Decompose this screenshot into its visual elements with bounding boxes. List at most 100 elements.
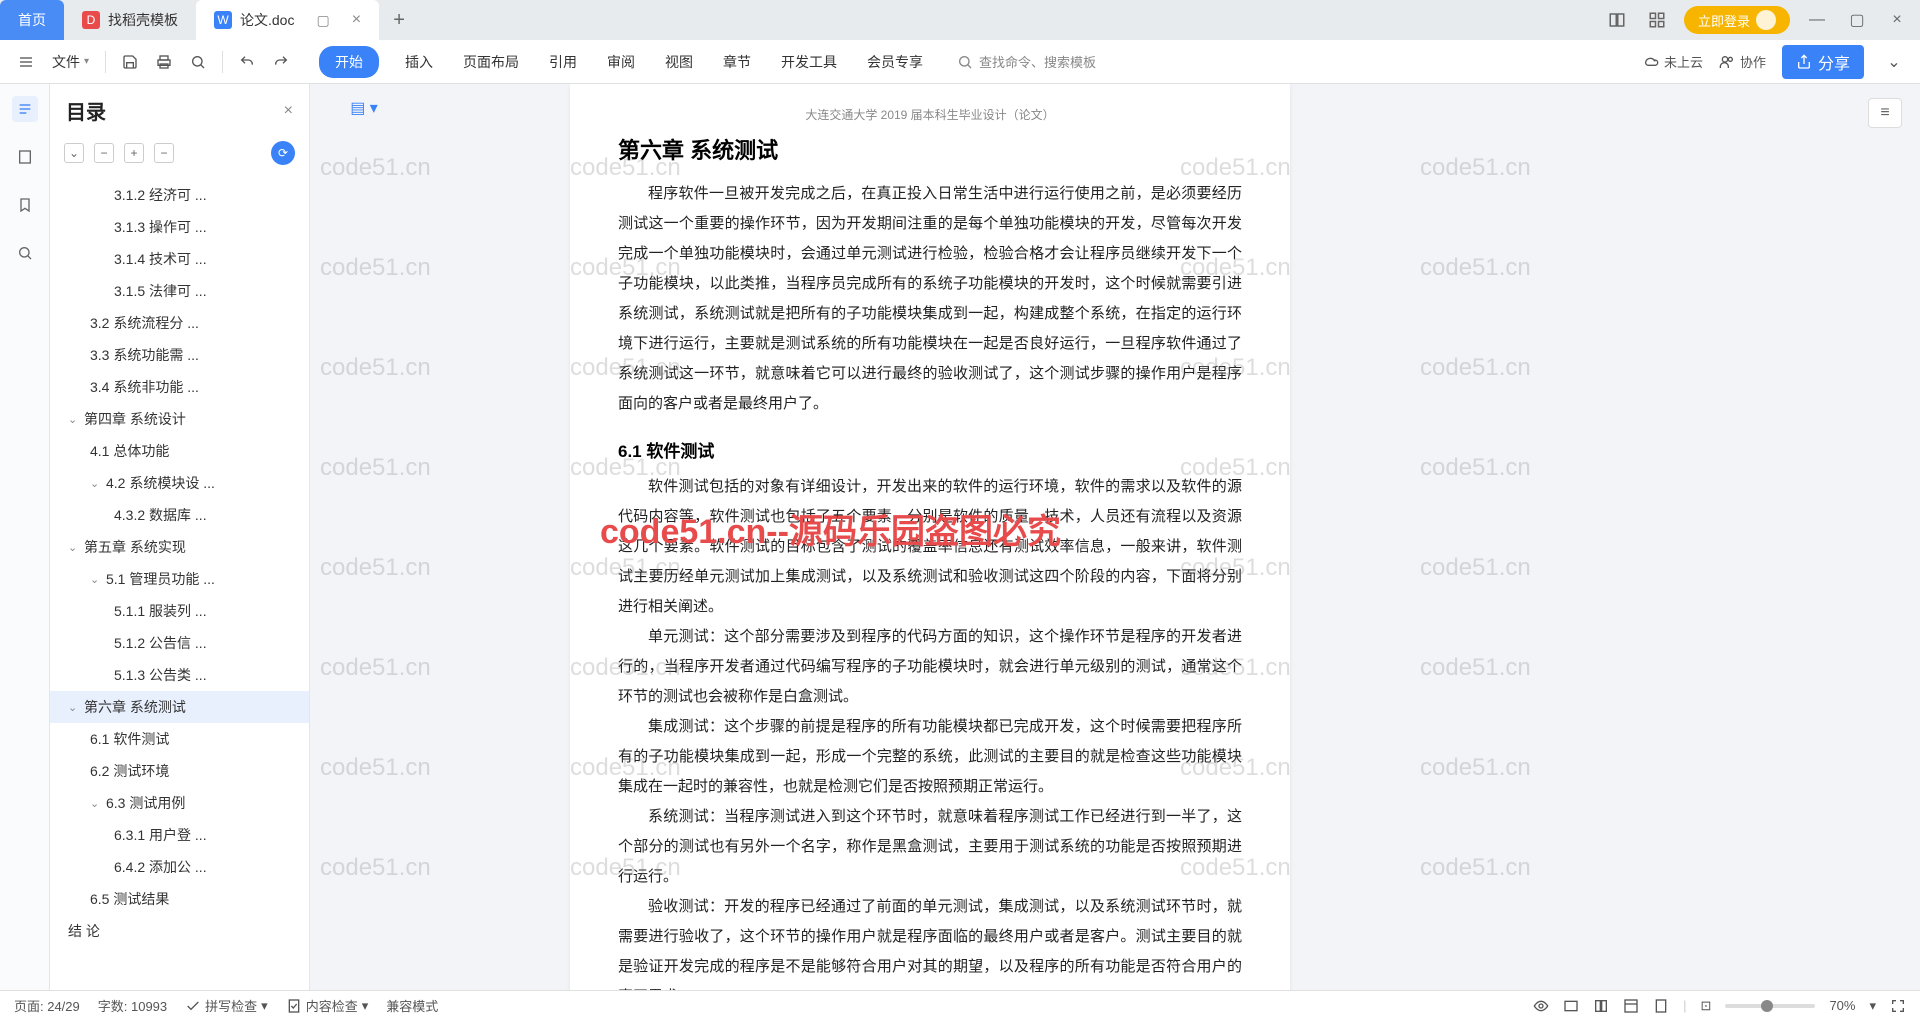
zoom-thumb[interactable] xyxy=(1761,1000,1773,1012)
apps-icon[interactable] xyxy=(1644,7,1670,33)
duplicate-tab-icon[interactable]: ▢ xyxy=(316,12,329,29)
fullscreen-icon[interactable] xyxy=(1890,998,1906,1014)
right-panel-toggle[interactable]: ≡ xyxy=(1868,98,1902,128)
expand-ribbon-icon[interactable]: ⌄ xyxy=(1880,48,1908,76)
menu-review[interactable]: 审阅 xyxy=(603,46,639,78)
zoom-slider[interactable] xyxy=(1725,1004,1815,1008)
outline-item[interactable]: 4.3.2 数据库 ... xyxy=(50,499,309,531)
collapse-one-icon[interactable]: − xyxy=(154,143,174,163)
menu-view[interactable]: 视图 xyxy=(661,46,697,78)
cloud-status[interactable]: 未上云 xyxy=(1643,52,1703,71)
menu-insert[interactable]: 插入 xyxy=(401,46,437,78)
close-window-button[interactable]: × xyxy=(1884,7,1910,33)
outline-item-label: 6.5 测试结果 xyxy=(90,889,169,909)
outline-item-label: 5.1.2 公告信 ... xyxy=(114,633,207,653)
content-check[interactable]: 内容检查 ▾ xyxy=(286,996,369,1015)
fit-width-icon[interactable]: ⊡ xyxy=(1701,998,1712,1014)
view-mode-4-icon[interactable] xyxy=(1653,998,1669,1014)
undo-icon[interactable] xyxy=(233,48,261,76)
zoom-value[interactable]: 70% xyxy=(1829,998,1855,1013)
menu-vip[interactable]: 会员专享 xyxy=(863,46,927,78)
menu-references[interactable]: 引用 xyxy=(545,46,581,78)
outline-item-label: 4.3.2 数据库 ... xyxy=(114,505,207,525)
login-button[interactable]: 立即登录 xyxy=(1684,6,1790,34)
outline-item[interactable]: ⌄6.3 测试用例 xyxy=(50,787,309,819)
word-count[interactable]: 字数: 10993 xyxy=(98,996,167,1015)
eye-icon[interactable] xyxy=(1533,998,1549,1014)
search-rail-icon[interactable] xyxy=(12,240,38,266)
cloud-label: 未上云 xyxy=(1664,52,1703,71)
outline-item[interactable]: 6.5 测试结果 xyxy=(50,883,309,915)
menu-start[interactable]: 开始 xyxy=(319,46,379,78)
chevron-down-icon: ⌄ xyxy=(68,701,80,714)
outline-item-label: 4.1 总体功能 xyxy=(90,441,169,461)
main-area: 目录 × ⌄ − + − ⟳ 3.1.2 经济可 ...3.1.3 操作可 ..… xyxy=(0,84,1920,990)
outline-item[interactable]: 3.1.3 操作可 ... xyxy=(50,211,309,243)
outline-item[interactable]: ⌄第四章 系统设计 xyxy=(50,403,309,435)
spell-check[interactable]: 拼写检查 ▾ xyxy=(185,996,268,1015)
menu-layout[interactable]: 页面布局 xyxy=(459,46,523,78)
view-mode-3-icon[interactable] xyxy=(1623,998,1639,1014)
layout-icon[interactable] xyxy=(1604,7,1630,33)
save-icon[interactable] xyxy=(116,48,144,76)
outline-item[interactable]: 4.1 总体功能 xyxy=(50,435,309,467)
expand-one-icon[interactable]: − xyxy=(94,143,114,163)
search-icon xyxy=(957,54,973,70)
outline-item[interactable]: 5.1.1 服装列 ... xyxy=(50,595,309,627)
outline-item[interactable]: 5.1.2 公告信 ... xyxy=(50,627,309,659)
outline-item[interactable]: 3.2 系统流程分 ... xyxy=(50,307,309,339)
zoom-dropdown-icon[interactable]: ▾ xyxy=(1869,998,1876,1014)
watermark-faint: code51.cn xyxy=(320,154,431,182)
outline-item[interactable]: ⌄第五章 系统实现 xyxy=(50,531,309,563)
preview-icon[interactable] xyxy=(184,48,212,76)
close-tab-icon[interactable]: × xyxy=(352,11,361,29)
outline-item[interactable]: 6.2 测试环境 xyxy=(50,755,309,787)
share-button[interactable]: 分享 xyxy=(1782,45,1864,79)
menu-devtools[interactable]: 开发工具 xyxy=(777,46,841,78)
watermark-faint: code51.cn xyxy=(1420,554,1531,582)
outline-close-icon[interactable]: × xyxy=(284,102,293,120)
watermark-faint: code51.cn xyxy=(1420,154,1531,182)
outline-item[interactable]: ⌄4.2 系统模块设 ... xyxy=(50,467,309,499)
view-mode-1-icon[interactable] xyxy=(1563,998,1579,1014)
collaborate-button[interactable]: 协作 xyxy=(1719,52,1766,71)
menu-icon[interactable] xyxy=(12,48,40,76)
outline-item[interactable]: 3.3 系统功能需 ... xyxy=(50,339,309,371)
outline-item[interactable]: 结 论 xyxy=(50,915,309,947)
page-indicator[interactable]: 页面: 24/29 xyxy=(14,996,80,1015)
document-canvas[interactable]: ▤ ▾ 大连交通大学 2019 届本科生毕业设计（论文） 第六章 系统测试 程序… xyxy=(310,84,1920,990)
status-bar: 页面: 24/29 字数: 10993 拼写检查 ▾ 内容检查 ▾ 兼容模式 |… xyxy=(0,990,1920,1020)
outline-item[interactable]: ⌄第六章 系统测试 xyxy=(50,691,309,723)
redo-icon[interactable] xyxy=(267,48,295,76)
outline-item[interactable]: 6.1 软件测试 xyxy=(50,723,309,755)
tab-home[interactable]: 首页 xyxy=(0,0,64,40)
menu-chapter[interactable]: 章节 xyxy=(719,46,755,78)
outline-item[interactable]: 3.1.4 技术可 ... xyxy=(50,243,309,275)
view-mode-2-icon[interactable] xyxy=(1593,998,1609,1014)
outline-item[interactable]: 6.3.1 用户登 ... xyxy=(50,819,309,851)
page-settings-icon[interactable]: ▤ ▾ xyxy=(350,94,378,122)
tab-document[interactable]: W 论文.doc ▢ × xyxy=(196,0,379,40)
bookmark-rail-icon[interactable] xyxy=(12,192,38,218)
command-search[interactable]: 查找命令、搜索模板 xyxy=(957,52,1096,71)
outline-sync-icon[interactable]: ⟳ xyxy=(271,141,295,165)
outline-item[interactable]: 3.1.2 经济可 ... xyxy=(50,179,309,211)
maximize-button[interactable]: ▢ xyxy=(1844,7,1870,33)
outline-item[interactable]: 3.1.5 法律可 ... xyxy=(50,275,309,307)
outline-item[interactable]: 5.1.3 公告类 ... xyxy=(50,659,309,691)
file-menu[interactable]: 文件▾ xyxy=(46,52,95,72)
outline-rail-icon[interactable] xyxy=(12,96,38,122)
collapse-all-icon[interactable]: ⌄ xyxy=(64,143,84,163)
outline-item[interactable]: 6.4.2 添加公 ... xyxy=(50,851,309,883)
minimize-button[interactable]: — xyxy=(1804,7,1830,33)
outline-item-label: 6.3.1 用户登 ... xyxy=(114,825,207,845)
print-icon[interactable] xyxy=(150,48,178,76)
outline-item-label: 3.2 系统流程分 ... xyxy=(90,313,199,333)
add-tab-button[interactable]: + xyxy=(379,9,419,32)
thumbnail-rail-icon[interactable] xyxy=(12,144,38,170)
compat-mode[interactable]: 兼容模式 xyxy=(386,996,438,1015)
tab-templates[interactable]: D 找稻壳模板 xyxy=(64,0,196,40)
expand-all-icon[interactable]: + xyxy=(124,143,144,163)
outline-item[interactable]: 3.4 系统非功能 ... xyxy=(50,371,309,403)
outline-item[interactable]: ⌄5.1 管理员功能 ... xyxy=(50,563,309,595)
